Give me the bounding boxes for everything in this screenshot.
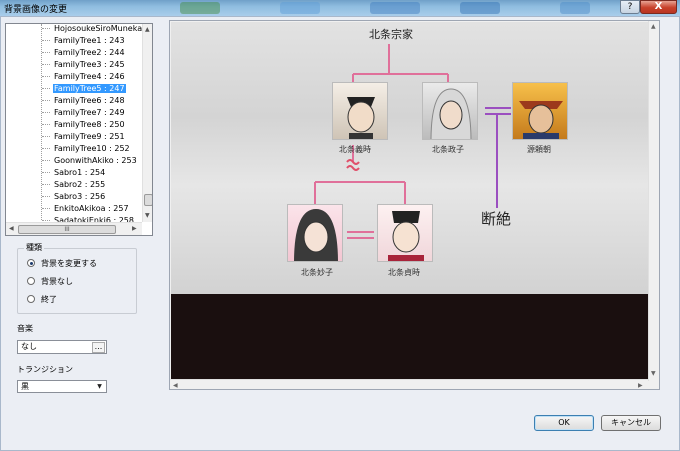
scroll-right-icon[interactable]: ▶: [638, 382, 643, 389]
name-masako: 北条政子: [432, 145, 464, 154]
tree-item[interactable]: FamilyTree6 : 248: [42, 95, 146, 107]
transition-select[interactable]: 黒 ▼: [17, 380, 107, 393]
tree-horizontal-scrollbar[interactable]: ◀ III ▶: [6, 222, 142, 235]
portrait-masako: [422, 82, 478, 140]
tree-vertical-scrollbar[interactable]: ▲ ▼: [142, 24, 152, 222]
portrait-yoritomo: [512, 82, 568, 140]
radio-end[interactable]: 終了: [27, 294, 57, 306]
tree-item[interactable]: Sabro2 : 255: [42, 179, 146, 191]
tree-item-selected[interactable]: FamilyTree5 : 247: [42, 83, 146, 95]
tree-item[interactable]: FamilyTree7 : 249: [42, 107, 146, 119]
music-field[interactable]: なし ...: [17, 340, 107, 354]
tree-item[interactable]: FamilyTree8 : 250: [42, 119, 146, 131]
name-yoshitoki: 北条義時: [339, 145, 371, 154]
name-yoritomo: 源頼朝: [527, 145, 551, 154]
scroll-up-icon[interactable]: ▲: [145, 26, 150, 33]
background-preview: 北条宗家 北条義時 北条政子 源頼朝 断絶 北条妙子 北条貞時 ▲ ▼ ◀ ▶: [169, 20, 660, 390]
scroll-left-icon[interactable]: ◀: [173, 382, 178, 389]
scroll-down-icon[interactable]: ▼: [145, 212, 150, 219]
scroll-up-icon[interactable]: ▲: [651, 23, 656, 30]
radio-icon[interactable]: [27, 295, 35, 303]
radio-selected-icon[interactable]: [27, 259, 35, 267]
music-browse-button[interactable]: ...: [92, 342, 105, 353]
scroll-left-icon[interactable]: ◀: [9, 225, 14, 232]
tree-item[interactable]: FamilyTree1 : 243: [42, 35, 146, 47]
mode-group-title: 種類: [24, 242, 44, 253]
tree-item[interactable]: Sabro1 : 254: [42, 167, 146, 179]
tree-item[interactable]: HojosoukeSiroMunekata: [42, 24, 150, 35]
scroll-down-icon[interactable]: ▼: [651, 370, 656, 377]
tree-item[interactable]: Sabro3 : 256: [42, 191, 146, 203]
cancel-button[interactable]: キャンセル: [601, 415, 661, 431]
scroll-right-icon[interactable]: ▶: [132, 225, 137, 232]
tree-item[interactable]: FamilyTree4 : 246: [42, 71, 146, 83]
scroll-thumb[interactable]: [144, 194, 152, 206]
transition-label: トランジション: [17, 365, 73, 374]
radio-no-background[interactable]: 背景なし: [27, 276, 73, 288]
tree-item[interactable]: FamilyTree10 : 252: [42, 143, 146, 155]
title-bar: 背景画像の変更 ? X: [0, 0, 680, 16]
tree-item[interactable]: FamilyTree2 : 244: [42, 47, 146, 59]
music-value: なし: [21, 342, 37, 351]
family-tree-image: 北条宗家 北条義時 北条政子 源頼朝 断絶 北条妙子 北条貞時: [171, 22, 648, 294]
portrait-myoko: [287, 204, 343, 262]
music-label: 音楽: [17, 324, 33, 333]
tree-item[interactable]: FamilyTree9 : 251: [42, 131, 146, 143]
tree-item[interactable]: EnkitoAkikoa : 257: [42, 203, 146, 215]
close-button[interactable]: X: [640, 0, 677, 14]
extinct-label: 断絶: [481, 210, 512, 228]
preview-vertical-scrollbar[interactable]: ▲ ▼: [648, 21, 659, 381]
radio-change-background[interactable]: 背景を変更する: [27, 258, 97, 270]
transition-value: 黒: [21, 382, 29, 391]
radio-icon[interactable]: [27, 277, 35, 285]
portrait-yoshitoki: [332, 82, 388, 140]
background-tree[interactable]: HojosoukeSiroMunekata FamilyTree1 : 243 …: [5, 23, 153, 236]
clan-title: 北条宗家: [369, 28, 413, 41]
name-sadatoki: 北条貞時: [388, 268, 420, 277]
scroll-thumb[interactable]: III: [18, 225, 116, 234]
portrait-sadatoki: [377, 204, 433, 262]
help-button[interactable]: ?: [620, 0, 640, 14]
preview-canvas: 北条宗家 北条義時 北条政子 源頼朝 断絶 北条妙子 北条貞時: [171, 22, 648, 380]
ok-button[interactable]: OK: [534, 415, 594, 431]
preview-horizontal-scrollbar[interactable]: ◀ ▶: [170, 379, 648, 389]
name-myoko: 北条妙子: [301, 268, 333, 277]
tree-item[interactable]: GoonwithAkiko : 253: [42, 155, 146, 167]
tree-item[interactable]: FamilyTree3 : 245: [42, 59, 146, 71]
window-title: 背景画像の変更: [4, 5, 68, 15]
chevron-down-icon[interactable]: ▼: [94, 382, 105, 392]
